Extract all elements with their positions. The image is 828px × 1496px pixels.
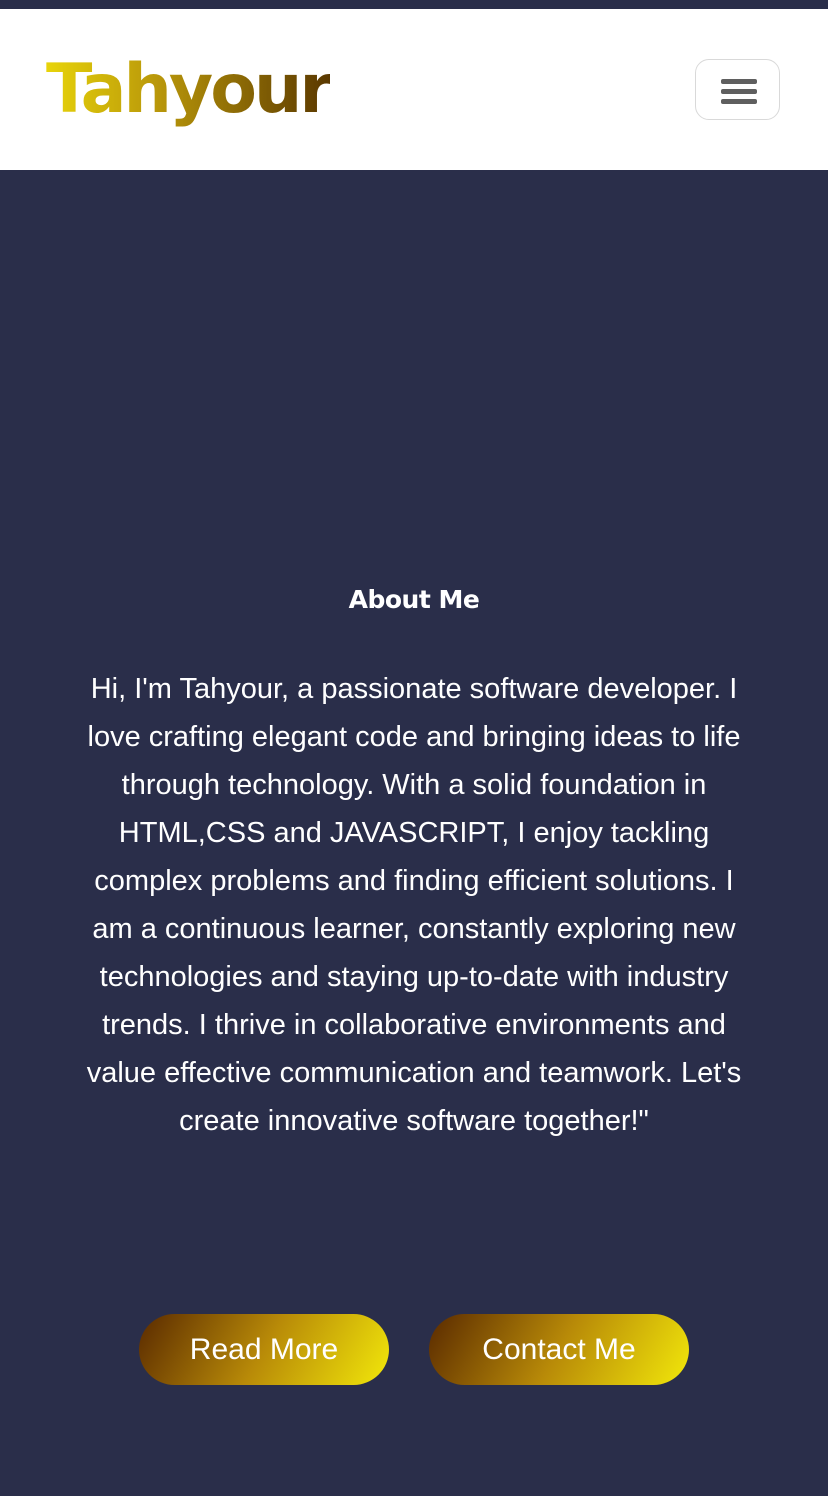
navbar: Tahyour (0, 9, 828, 170)
site-logo[interactable]: Tahyour (46, 45, 333, 135)
menu-toggle-button[interactable] (695, 59, 780, 120)
contact-me-button[interactable]: Contact Me (429, 1314, 689, 1385)
read-more-button[interactable]: Read More (139, 1314, 389, 1385)
about-heading: About Me (348, 585, 480, 614)
about-description: Hi, I'm Tahyour, a passionate software d… (86, 673, 742, 1137)
top-strip (0, 0, 828, 9)
